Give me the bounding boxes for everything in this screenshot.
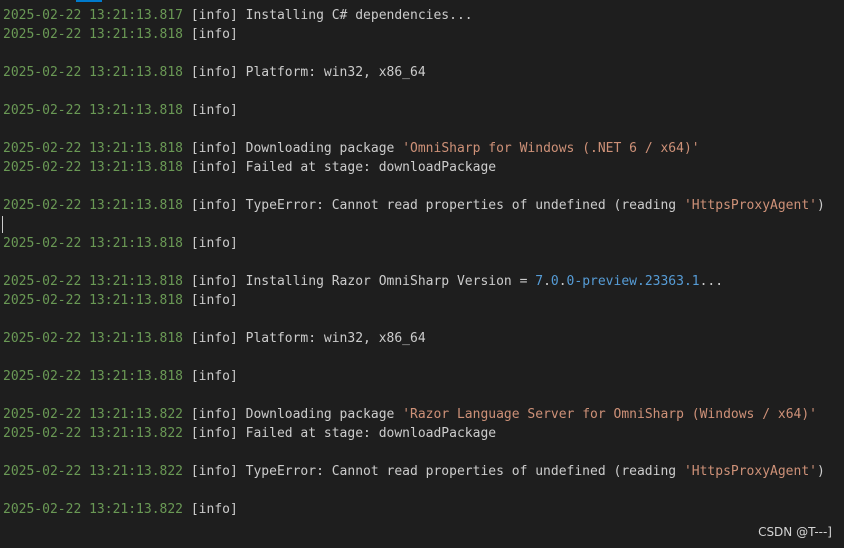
log-timestamp: 2025-02-22 13:21:13.818	[3, 65, 184, 80]
log-line-empty	[0, 253, 844, 272]
log-line: 2025-02-22 13:21:13.818 [info]	[0, 25, 844, 44]
log-level: [info]	[190, 369, 238, 384]
log-line-empty	[0, 481, 844, 500]
log-level: [info]	[190, 65, 238, 80]
log-string-literal: 'OmniSharp for Windows (.NET 6 / x64)'	[402, 141, 700, 156]
log-timestamp: 2025-02-22 13:21:13.818	[3, 293, 184, 308]
log-level: [info]	[190, 464, 238, 479]
log-level: [info]	[190, 27, 238, 42]
log-timestamp: 2025-02-22 13:21:13.818	[3, 141, 184, 156]
output-log-panel[interactable]: 2025-02-22 13:21:13.817 [info] Installin…	[0, 0, 844, 548]
log-timestamp: 2025-02-22 13:21:13.818	[3, 103, 184, 118]
log-string-literal: 'HttpsProxyAgent'	[683, 198, 817, 213]
log-line: 2025-02-22 13:21:13.818 [info]	[0, 367, 844, 386]
log-message: Installing Razor OmniSharp Version =	[245, 274, 536, 289]
log-line: 2025-02-22 13:21:13.818 [info]	[0, 101, 844, 120]
log-level: [info]	[190, 141, 238, 156]
log-string-literal: 'HttpsProxyAgent'	[683, 464, 817, 479]
log-message-tail: ...	[699, 274, 724, 289]
log-message: Installing C# dependencies...	[245, 8, 473, 23]
log-line: 2025-02-22 13:21:13.818 [info] Failed at…	[0, 158, 844, 177]
log-message: Platform: win32, x86_64	[245, 65, 426, 80]
log-level: [info]	[190, 293, 238, 308]
log-line: 2025-02-22 13:21:13.818 [info] Downloadi…	[0, 139, 844, 158]
log-timestamp: 2025-02-22 13:21:13.818	[3, 160, 184, 175]
log-string-literal: 'Razor Language Server for OmniSharp (Wi…	[402, 407, 818, 422]
log-line-empty	[0, 215, 844, 234]
log-message: TypeError: Cannot read properties of und…	[245, 464, 684, 479]
log-line-empty	[0, 443, 844, 462]
log-line: 2025-02-22 13:21:13.818 [info]	[0, 291, 844, 310]
log-line-empty	[0, 120, 844, 139]
log-line-empty	[0, 82, 844, 101]
log-level: [info]	[190, 236, 238, 251]
log-line-empty	[0, 386, 844, 405]
log-message: Downloading package	[245, 407, 403, 422]
log-message: TypeError: Cannot read properties of und…	[245, 198, 684, 213]
log-timestamp: 2025-02-22 13:21:13.818	[3, 274, 184, 289]
log-level: [info]	[190, 274, 238, 289]
log-line: 2025-02-22 13:21:13.818 [info]	[0, 234, 844, 253]
version-dot: .	[543, 274, 551, 289]
log-level: [info]	[190, 407, 238, 422]
log-level: [info]	[190, 103, 238, 118]
log-line-empty	[0, 348, 844, 367]
log-message: Failed at stage: downloadPackage	[245, 426, 497, 441]
log-level: [info]	[190, 8, 238, 23]
log-line: 2025-02-22 13:21:13.822 [info]	[0, 500, 844, 519]
log-level: [info]	[190, 198, 238, 213]
log-line: 2025-02-22 13:21:13.822 [info] Failed at…	[0, 424, 844, 443]
watermark-text: CSDN @T---]	[758, 525, 832, 539]
version-dot: .	[558, 274, 567, 289]
log-timestamp: 2025-02-22 13:21:13.818	[3, 27, 184, 42]
log-line: 2025-02-22 13:21:13.818 [info] TypeError…	[0, 196, 844, 215]
log-timestamp: 2025-02-22 13:21:13.822	[3, 426, 184, 441]
log-line-empty	[0, 177, 844, 196]
log-line: 2025-02-22 13:21:13.817 [info] Installin…	[0, 6, 844, 25]
log-timestamp: 2025-02-22 13:21:13.817	[3, 8, 184, 23]
log-line: 2025-02-22 13:21:13.818 [info] Platform:…	[0, 329, 844, 348]
log-level: [info]	[190, 160, 238, 175]
log-message-tail: )	[817, 198, 825, 213]
log-level: [info]	[190, 331, 238, 346]
log-line-empty	[0, 310, 844, 329]
log-timestamp: 2025-02-22 13:21:13.818	[3, 369, 184, 384]
log-level: [info]	[190, 502, 238, 517]
log-line: 2025-02-22 13:21:13.818 [info] Installin…	[0, 272, 844, 291]
log-line-empty	[0, 44, 844, 63]
log-timestamp: 2025-02-22 13:21:13.818	[3, 236, 184, 251]
version-major: 7	[535, 274, 544, 289]
text-cursor	[2, 216, 3, 233]
log-message: Downloading package	[245, 141, 403, 156]
log-timestamp: 2025-02-22 13:21:13.822	[3, 464, 184, 479]
log-timestamp: 2025-02-22 13:21:13.822	[3, 502, 184, 517]
log-line: 2025-02-22 13:21:13.822 [info] Downloadi…	[0, 405, 844, 424]
log-line: 2025-02-22 13:21:13.822 [info] TypeError…	[0, 462, 844, 481]
log-timestamp: 2025-02-22 13:21:13.818	[3, 331, 184, 346]
version-minor: 0	[550, 274, 559, 289]
version-prerelease: -preview.23363.1	[574, 274, 700, 289]
log-message-tail: )	[817, 464, 825, 479]
log-level: [info]	[190, 426, 238, 441]
log-message: Platform: win32, x86_64	[245, 331, 426, 346]
log-timestamp: 2025-02-22 13:21:13.822	[3, 407, 184, 422]
log-timestamp: 2025-02-22 13:21:13.818	[3, 198, 184, 213]
log-message: Failed at stage: downloadPackage	[245, 160, 497, 175]
log-line: 2025-02-22 13:21:13.818 [info] Platform:…	[0, 63, 844, 82]
